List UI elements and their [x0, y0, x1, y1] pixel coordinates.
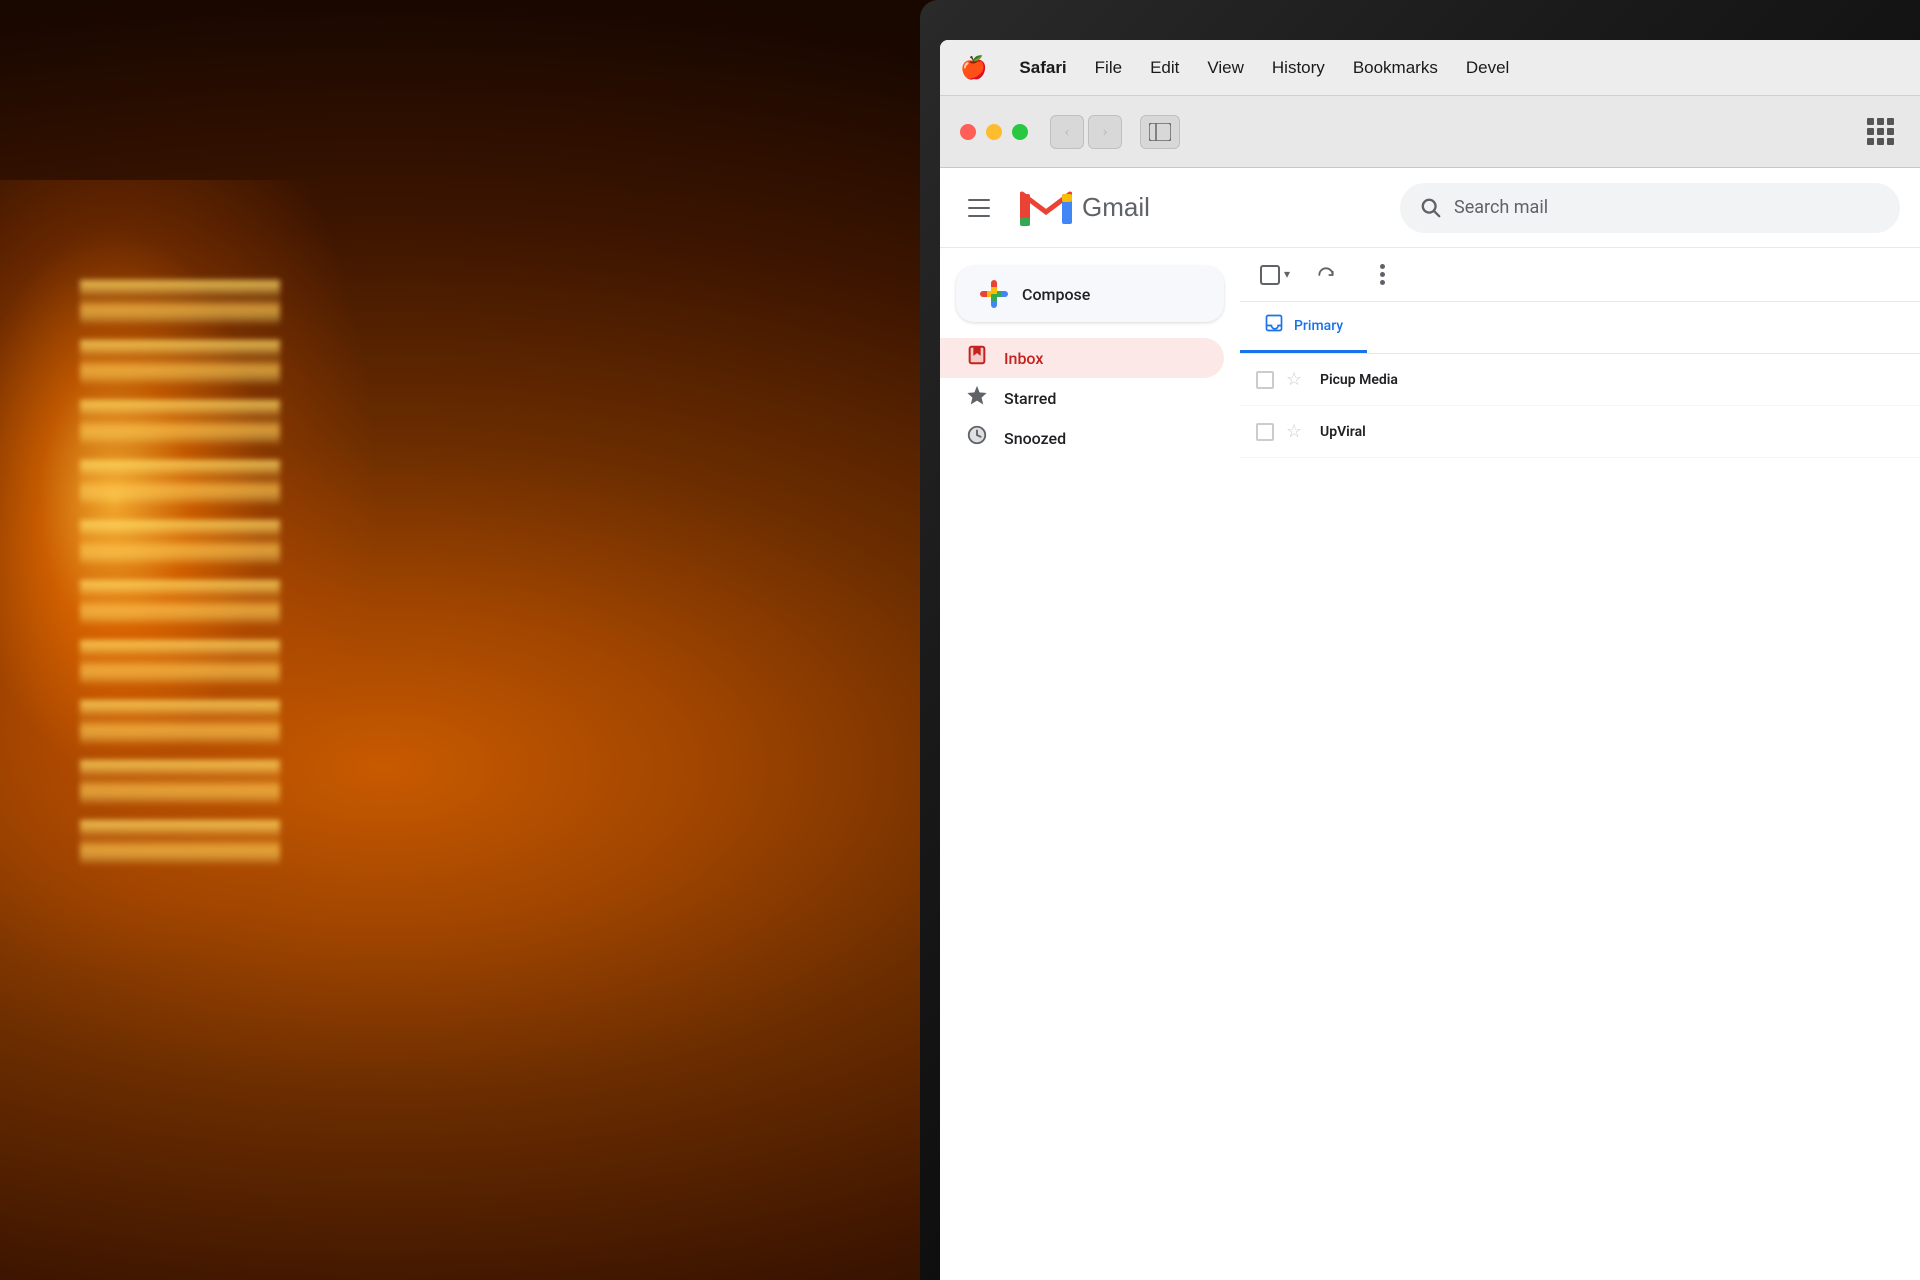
more-dot-1 — [1380, 264, 1385, 269]
dot — [1867, 118, 1874, 125]
grid-dots-icon — [1867, 118, 1894, 145]
hamburger-line-1 — [968, 199, 990, 201]
menu-file[interactable]: File — [1095, 58, 1122, 78]
dot — [1877, 128, 1884, 135]
dot — [1887, 138, 1894, 145]
gmail-sidebar: Compose Inbox — [940, 248, 1240, 1280]
menu-history[interactable]: History — [1272, 58, 1325, 78]
sender-name: Picup Media — [1320, 372, 1520, 388]
sidebar-toggle-icon — [1149, 123, 1171, 141]
compose-plus-icon — [980, 280, 1008, 308]
more-options-button[interactable] — [1362, 255, 1402, 295]
dot — [1877, 118, 1884, 125]
star-icon — [966, 384, 988, 406]
dot — [1867, 138, 1874, 145]
dot — [1877, 138, 1884, 145]
compose-button[interactable]: Compose — [956, 266, 1224, 322]
gmail-m-logo-icon — [1020, 187, 1072, 229]
macos-menubar: 🍎 Safari File Edit View History Bookmark… — [940, 40, 1920, 96]
sidebar-item-snoozed[interactable]: Snoozed — [940, 418, 1224, 458]
primary-tab-icon — [1264, 313, 1284, 338]
search-icon — [1420, 197, 1442, 219]
tab-primary[interactable]: Primary — [1240, 301, 1367, 353]
email-toolbar: ▾ — [1240, 248, 1920, 302]
sidebar-item-inbox-label: Inbox — [1004, 349, 1043, 368]
gmail-content: Gmail Search mail — [940, 168, 1920, 1280]
browser-toolbar: ‹ › — [940, 96, 1920, 168]
primary-tab-label: Primary — [1294, 318, 1343, 334]
sidebar-item-starred[interactable]: Starred — [940, 378, 1224, 418]
row-checkbox[interactable] — [1256, 371, 1274, 389]
refresh-icon — [1316, 265, 1336, 285]
macbook-bezel: 🍎 Safari File Edit View History Bookmark… — [920, 0, 1920, 1280]
back-button[interactable]: ‹ — [1050, 115, 1084, 149]
gmail-wordmark: Gmail — [1082, 192, 1150, 223]
screen-area: 🍎 Safari File Edit View History Bookmark… — [940, 40, 1920, 1280]
sidebar-item-inbox[interactable]: Inbox — [940, 338, 1224, 378]
close-button[interactable] — [960, 124, 976, 140]
sidebar-item-starred-label: Starred — [1004, 389, 1056, 408]
inbox-icon — [964, 344, 990, 372]
search-bar[interactable]: Search mail — [1400, 183, 1900, 233]
sender-name: UpViral — [1320, 424, 1520, 440]
menu-develop[interactable]: Devel — [1466, 58, 1509, 78]
table-row[interactable]: ☆ Picup Media — [1240, 354, 1920, 406]
inbox-tab-icon — [1264, 313, 1284, 333]
minimize-button[interactable] — [986, 124, 1002, 140]
gmail-main-area: Compose Inbox — [940, 248, 1920, 1280]
email-list: ☆ Picup Media ☆ UpViral — [1240, 354, 1920, 458]
star-icon[interactable]: ☆ — [1286, 369, 1308, 390]
menu-bookmarks[interactable]: Bookmarks — [1353, 58, 1438, 78]
hamburger-line-2 — [968, 207, 990, 209]
forward-icon: › — [1102, 123, 1107, 141]
inbox-bookmark-icon — [966, 344, 988, 366]
checkbox-icon — [1260, 265, 1280, 285]
refresh-button[interactable] — [1306, 255, 1346, 295]
gmail-logo: Gmail — [1020, 187, 1150, 229]
more-dot-2 — [1380, 272, 1385, 277]
dot — [1887, 118, 1894, 125]
sidebar-item-snoozed-label: Snoozed — [1004, 429, 1066, 448]
dot — [1867, 128, 1874, 135]
menu-view[interactable]: View — [1207, 58, 1244, 78]
inbox-tabs: Primary — [1240, 302, 1920, 354]
row-checkbox[interactable] — [1256, 423, 1274, 441]
dot — [1887, 128, 1894, 135]
compose-label: Compose — [1022, 285, 1090, 304]
gmail-right-panel: ▾ — [1240, 248, 1920, 1280]
menu-toggle-button[interactable] — [960, 186, 1004, 230]
apple-logo-icon[interactable]: 🍎 — [960, 55, 987, 81]
more-dot-3 — [1380, 280, 1385, 285]
gmail-header: Gmail Search mail — [940, 168, 1920, 248]
sidebar-toggle-button[interactable] — [1140, 115, 1180, 149]
light-streaks — [80, 280, 280, 880]
hamburger-line-3 — [968, 215, 990, 217]
star-icon[interactable]: ☆ — [1286, 421, 1308, 442]
menu-safari[interactable]: Safari — [1019, 58, 1066, 78]
menu-edit[interactable]: Edit — [1150, 58, 1179, 78]
clock-icon — [966, 424, 988, 446]
maximize-button[interactable] — [1012, 124, 1028, 140]
starred-icon — [964, 384, 990, 412]
forward-button[interactable]: › — [1088, 115, 1122, 149]
snoozed-icon — [964, 424, 990, 452]
checkbox-dropdown-arrow-icon[interactable]: ▾ — [1284, 267, 1290, 282]
apps-grid-button[interactable] — [1860, 115, 1900, 149]
back-icon: ‹ — [1064, 123, 1069, 141]
select-all-checkbox[interactable]: ▾ — [1260, 265, 1290, 285]
traffic-lights — [960, 124, 1028, 140]
search-placeholder: Search mail — [1454, 197, 1548, 218]
nav-buttons: ‹ › — [1050, 115, 1122, 149]
table-row[interactable]: ☆ UpViral — [1240, 406, 1920, 458]
